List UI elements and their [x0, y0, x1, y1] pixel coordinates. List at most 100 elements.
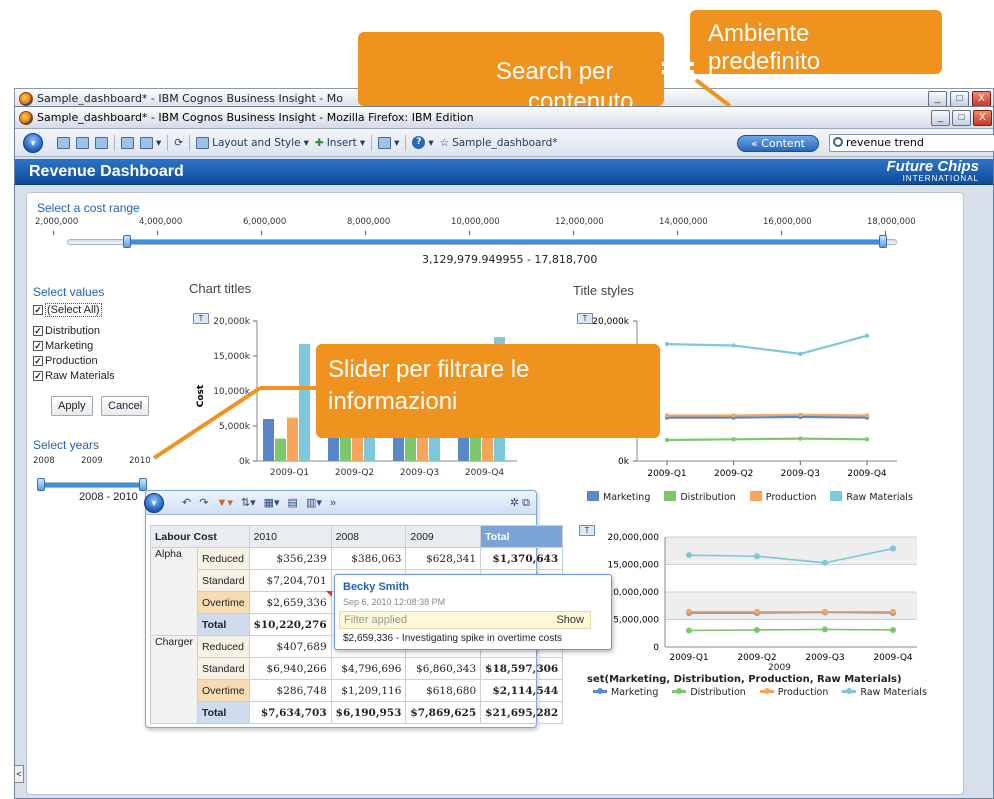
table-cell[interactable]: $6,860,343	[405, 657, 482, 680]
search-input[interactable]: revenue trend	[829, 134, 994, 152]
y-tick-label: 20,000k	[592, 317, 629, 327]
grid-band	[665, 592, 917, 620]
data-point	[731, 413, 736, 418]
refresh-icon[interactable]: ⟳	[174, 137, 183, 149]
layout-style-menu[interactable]: Layout and Style ▾	[196, 136, 309, 149]
column-header-total[interactable]: Total	[480, 525, 564, 548]
group-cell[interactable]: Alpha	[150, 547, 198, 636]
insert-menu[interactable]: ✚ Insert ▾	[315, 137, 365, 149]
row-header[interactable]: Total	[196, 613, 250, 636]
row-header[interactable]: Overtime	[196, 591, 250, 614]
series-line	[666, 334, 868, 356]
widget-menu-orb[interactable]: ▾	[144, 493, 164, 513]
minimize-button[interactable]: _	[928, 91, 947, 107]
table-cell[interactable]: $2,114,544	[480, 679, 564, 702]
table-cell[interactable]: $618,680	[405, 679, 482, 702]
firefox-icon	[19, 110, 33, 125]
home-menu[interactable]: ▾	[378, 136, 399, 149]
checkbox-raw-materials[interactable]: ✓ Raw Materials	[33, 370, 115, 382]
row-header[interactable]: Total	[196, 701, 250, 724]
show-link[interactable]: Show	[556, 614, 584, 626]
checkbox-select-all[interactable]: ✓ (Select All)	[33, 303, 115, 317]
new-icon[interactable]	[57, 136, 70, 149]
x-tick-label: 2009-Q3	[781, 469, 820, 479]
callout-slider-text: Slider per filtrare le informazioni	[328, 356, 530, 415]
legend-item: Raw Materials	[830, 491, 913, 503]
legend-item: Production	[749, 491, 816, 503]
bottom-chart-legend: Marketing Distribution Production Raw Ma…	[593, 687, 927, 698]
table-cell[interactable]: $1,370,643	[480, 547, 564, 570]
row-header[interactable]: Standard	[196, 569, 250, 592]
series-line	[688, 628, 894, 632]
table-cell[interactable]: $6,940,266	[248, 657, 332, 680]
maximize-button[interactable]: □	[952, 110, 971, 126]
table-cell[interactable]: $1,209,116	[330, 679, 407, 702]
plus-icon: ✚	[314, 136, 324, 149]
cost-range-fill	[127, 240, 883, 244]
apply-button[interactable]: Apply	[51, 396, 93, 416]
cancel-button[interactable]: Cancel	[101, 396, 150, 416]
settings-icon[interactable]: ✲ ⧉	[510, 496, 530, 510]
years-min-handle[interactable]	[37, 478, 45, 491]
checkbox-marketing[interactable]: ✓ Marketing	[33, 340, 115, 352]
years-max-handle[interactable]	[139, 478, 147, 491]
chart-type-icon[interactable]: ▦▾	[264, 496, 280, 509]
minimize-button[interactable]: _	[931, 110, 950, 126]
checkbox-distribution[interactable]: ✓ Distribution	[33, 325, 115, 337]
close-button[interactable]: X	[972, 91, 991, 107]
grid-icon[interactable]: ▤	[288, 496, 298, 509]
group-cell[interactable]: Charger	[150, 635, 198, 724]
row-header[interactable]: Overtime	[196, 679, 250, 702]
table-cell[interactable]: $7,869,625	[405, 701, 482, 724]
bar-icon[interactable]: ▥▾	[306, 496, 322, 509]
table-cell[interactable]: $628,341	[405, 547, 482, 570]
corner-cell: Labour Cost	[150, 525, 250, 548]
column-header[interactable]: 2008	[330, 525, 407, 548]
more-icon[interactable]: »	[330, 497, 336, 509]
table-cell[interactable]: $6,190,953	[330, 701, 407, 724]
table-cell[interactable]: $2,659,336	[248, 591, 332, 614]
y-tick-label: 0	[653, 643, 659, 653]
data-point	[686, 608, 692, 615]
table-cell[interactable]: $386,063	[330, 547, 407, 570]
sort-icon[interactable]: ⇅▾	[241, 496, 256, 509]
row-header[interactable]: Reduced	[196, 635, 250, 658]
scroll-left-arrow[interactable]: <	[14, 765, 24, 783]
column-header[interactable]: 2009	[405, 525, 482, 548]
table-cell[interactable]: $4,796,696	[330, 657, 407, 680]
content-button[interactable]: « Content	[737, 135, 819, 152]
dashboard-header: Revenue Dashboard Future Chips INTERNATIO…	[15, 159, 993, 185]
cost-range-max-handle[interactable]	[879, 235, 887, 248]
column-header[interactable]: 2010	[248, 525, 332, 548]
data-point	[754, 608, 760, 615]
search-icon	[833, 137, 843, 147]
maximize-button[interactable]: □	[950, 91, 969, 107]
row-header[interactable]: Standard	[196, 657, 250, 680]
cost-range-min-handle[interactable]	[123, 235, 131, 248]
email-icon[interactable]	[121, 136, 134, 149]
redo-icon[interactable]: ↷	[199, 496, 208, 509]
comment-marker-icon[interactable]	[325, 591, 332, 597]
checkbox-production[interactable]: ✓ Production	[33, 355, 115, 367]
firefox-icon	[19, 91, 33, 106]
table-cell[interactable]: $7,634,703	[248, 701, 332, 724]
table-cell[interactable]: $18,597,306	[480, 657, 564, 680]
data-point	[754, 553, 760, 560]
row-header[interactable]: Reduced	[196, 547, 250, 570]
table-cell[interactable]: $407,689	[248, 635, 332, 658]
open-icon[interactable]	[76, 136, 89, 149]
table-cell[interactable]: $7,204,701	[248, 569, 332, 592]
dashboard-name[interactable]: ☆ Sample_dashboard*	[440, 137, 558, 149]
help-menu[interactable]: ? ▾	[412, 136, 434, 149]
table-cell[interactable]: $10,220,276	[248, 613, 332, 636]
share-icon[interactable]: ▾	[140, 136, 161, 149]
undo-icon[interactable]: ↶	[182, 496, 191, 509]
close-button[interactable]: X	[973, 110, 992, 126]
table-cell[interactable]: $21,695,282	[480, 701, 564, 724]
menu-orb-button[interactable]: ▾	[23, 132, 43, 153]
table-cell[interactable]: $356,239	[248, 547, 332, 570]
x-tick-label: 2009-Q4	[873, 653, 913, 663]
filter-icon[interactable]: ▼▾	[216, 496, 232, 509]
table-cell[interactable]: $286,748	[248, 679, 332, 702]
save-icon[interactable]	[95, 136, 108, 149]
